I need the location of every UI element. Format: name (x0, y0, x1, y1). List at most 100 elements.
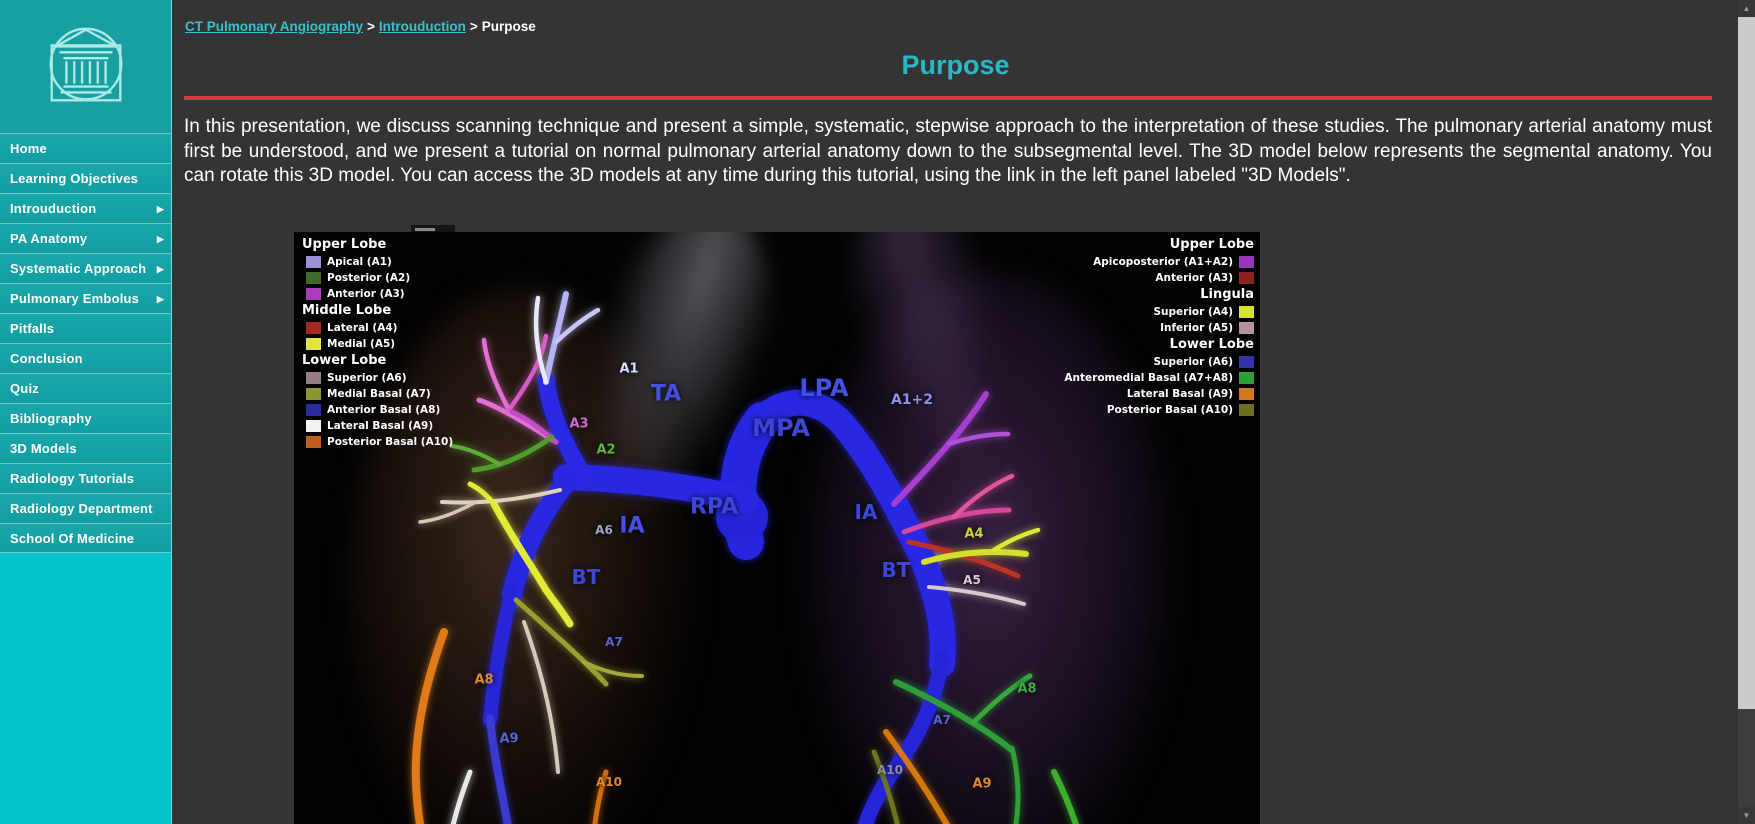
legend-color-swatch (306, 372, 321, 384)
red-divider (184, 96, 1712, 100)
legend-color-swatch (1239, 356, 1254, 368)
legend-header: Lingula (1200, 287, 1254, 302)
legend-item: Superior (A4) (1064, 304, 1254, 320)
sidebar-item-label: Pitfalls (10, 321, 55, 336)
legend-color-swatch (306, 256, 321, 268)
sidebar-item-label: 3D Models (10, 441, 77, 456)
legend-color-swatch (306, 322, 321, 334)
legend-header: Lower Lobe (1169, 337, 1254, 352)
sidebar-item-label: Pulmonary Embolus (10, 291, 140, 306)
sidebar-item-quiz[interactable]: Quiz (0, 373, 171, 403)
breadcrumb-link-ct-pulmonary-angiography[interactable]: CT Pulmonary Angiography (185, 19, 363, 34)
sidebar-item-radiology-tutorials[interactable]: Radiology Tutorials (0, 463, 171, 493)
right-lung-legend: Upper Lobe Apicoposterior (A1+A2) Anterior… (1064, 236, 1254, 418)
sidebar-item-conclusion[interactable]: Conclusion (0, 343, 171, 373)
breadcrumb-separator: > (367, 19, 375, 34)
legend-item-label: Inferior (A5) (1160, 322, 1233, 334)
submenu-arrow-icon: ▶ (156, 204, 164, 214)
legend-item-label: Anterior (A3) (1155, 272, 1233, 284)
sidebar-item-home[interactable]: Home (0, 133, 171, 163)
sidebar-item-learning-objectives[interactable]: Learning Objectives (0, 163, 171, 193)
sidebar-menu: Home Learning Objectives Introuduction ▶ PA … (0, 133, 171, 553)
legend-item-label: Superior (A4) (1153, 306, 1233, 318)
sidebar-item-pa-anatomy[interactable]: PA Anatomy ▶ (0, 223, 171, 253)
sidebar-item-bibliography[interactable]: Bibliography (0, 403, 171, 433)
legend-item-label: Superior (A6) (1153, 356, 1233, 368)
model-top-scrollbar-thumb[interactable] (415, 227, 435, 231)
sidebar-item-school-of-medicine[interactable]: School Of Medicine (0, 523, 171, 553)
sidebar-item-label: Bibliography (10, 411, 92, 426)
legend-color-swatch (306, 272, 321, 284)
legend-color-swatch (1239, 404, 1254, 416)
legend-item: Superior (A6) (1064, 354, 1254, 370)
legend-item: Inferior (A5) (1064, 320, 1254, 336)
legend-item-label: Lateral Basal (A9) (327, 420, 434, 432)
legend-color-swatch (306, 388, 321, 400)
legend-item: Anteromedial Basal (A7+A8) (1064, 370, 1254, 386)
left-lung-legend: Upper Lobe Apical (A1) Posterior (A2) Anter… (302, 236, 453, 450)
legend-item: Superior (A6) (302, 370, 453, 386)
legend-item: Anterior (A3) (302, 286, 453, 302)
sidebar-item-label: Quiz (10, 381, 39, 396)
sidebar-item-label: Introuduction (10, 201, 97, 216)
sidebar-item-label: PA Anatomy (10, 231, 88, 246)
legend-color-swatch (1239, 272, 1254, 284)
legend-item: Medial (A5) (302, 336, 453, 352)
submenu-arrow-icon: ▶ (156, 294, 164, 304)
legend-item-label: Medial (A5) (327, 338, 396, 350)
sidebar-item-label: Conclusion (10, 351, 83, 366)
legend-color-swatch (306, 404, 321, 416)
vertical-scrollbar[interactable]: ▲ ▼ (1738, 0, 1755, 824)
legend-color-swatch (1239, 256, 1254, 268)
legend-color-swatch (306, 436, 321, 448)
breadcrumb: CT Pulmonary Angiography > Introuduction > P… (173, 0, 1738, 34)
legend-item-label: Apicoposterior (A1+A2) (1093, 256, 1233, 268)
legend-item-label: Anterior (A3) (327, 288, 405, 300)
legend-item: Lateral Basal (A9) (302, 418, 453, 434)
submenu-arrow-icon: ▶ (156, 234, 164, 244)
sidebar-item-radiology-department[interactable]: Radiology Department (0, 493, 171, 523)
legend-item-label: Medial Basal (A7) (327, 388, 431, 400)
sidebar-item-pitfalls[interactable]: Pitfalls (0, 313, 171, 343)
legend-item-label: Superior (A6) (327, 372, 407, 384)
legend-item: Posterior Basal (A10) (1064, 402, 1254, 418)
legend-item: Lateral (A4) (302, 320, 453, 336)
legend-item-label: Posterior (A2) (327, 272, 411, 284)
sidebar-item-label: School Of Medicine (10, 531, 135, 546)
breadcrumb-link-introduction[interactable]: Introuduction (379, 19, 466, 34)
sidebar-item-3d-models[interactable]: 3D Models (0, 433, 171, 463)
legend-item-label: Anteromedial Basal (A7+A8) (1064, 372, 1233, 384)
legend-item: Apical (A1) (302, 254, 453, 270)
sidebar-item-introuduction[interactable]: Introuduction ▶ (0, 193, 171, 223)
school-logo[interactable] (0, 0, 171, 133)
sidebar-item-pulmonary-embolus[interactable]: Pulmonary Embolus ▶ (0, 283, 171, 313)
legend-color-swatch (1239, 306, 1254, 318)
legend-header: Upper Lobe (1169, 237, 1254, 252)
legend-color-swatch (306, 288, 321, 300)
sidebar-item-label: Radiology Tutorials (10, 471, 135, 486)
scrollbar-thumb[interactable] (1738, 17, 1755, 709)
legend-item: Medial Basal (A7) (302, 386, 453, 402)
legend-item: Posterior (A2) (302, 270, 453, 286)
legend-item-label: Apical (A1) (327, 256, 392, 268)
breadcrumb-separator: > (469, 19, 478, 34)
legend-item: Apicoposterior (A1+A2) (1064, 254, 1254, 270)
legend-header: Lower Lobe (302, 353, 387, 368)
scroll-up-arrow-icon[interactable]: ▲ (1738, 0, 1755, 17)
rotunda-logo-icon (49, 27, 122, 101)
sidebar-item-label: Systematic Approach (10, 261, 147, 276)
legend-item-label: Lateral Basal (A9) (1126, 388, 1233, 400)
sidebar-item-label: Radiology Department (10, 501, 153, 516)
pulmonary-3d-model-viewer[interactable]: A1 TA LPA MPA A1+2 A3 A2 RPA IA A6 IA BT BT A4 A5 A7 A8 A… (294, 232, 1260, 824)
intro-paragraph: In this presentation, we discuss scannin… (184, 116, 1712, 186)
legend-header: Upper Lobe (302, 237, 387, 252)
sidebar-item-systematic-approach[interactable]: Systematic Approach ▶ (0, 253, 171, 283)
legend-item: Lateral Basal (A9) (1064, 386, 1254, 402)
legend-item-label: Lateral (A4) (327, 322, 398, 334)
legend-header: Middle Lobe (302, 303, 392, 318)
legend-color-swatch (1239, 372, 1254, 384)
page-title: Purpose (901, 50, 1010, 80)
legend-item-label: Anterior Basal (A8) (327, 404, 441, 416)
scroll-down-arrow-icon[interactable]: ▼ (1738, 807, 1755, 824)
sidebar: Home Learning Objectives Introuduction ▶ PA … (0, 0, 172, 824)
